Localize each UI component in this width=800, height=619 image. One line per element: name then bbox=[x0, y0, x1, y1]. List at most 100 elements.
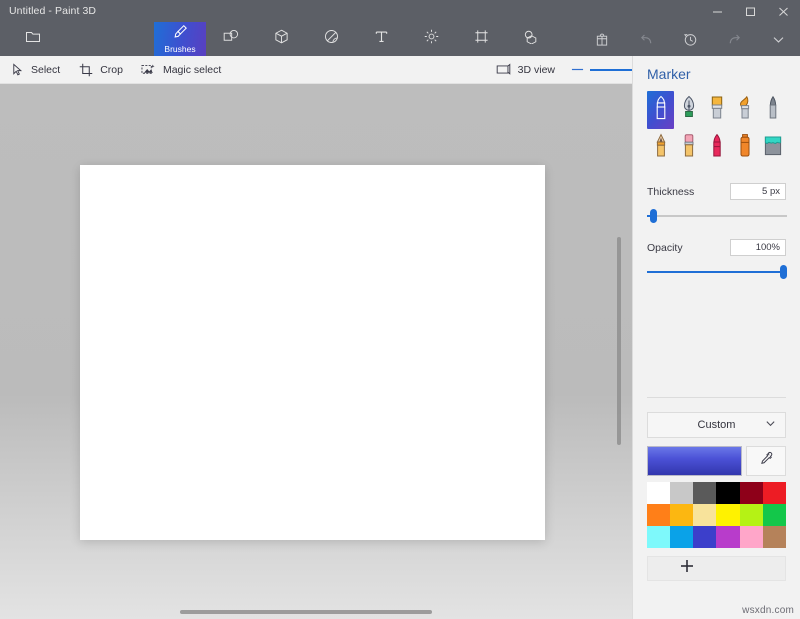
3d-view-button[interactable]: 3D view bbox=[487, 56, 564, 84]
close-button[interactable] bbox=[767, 0, 800, 22]
color-palette-dropdown[interactable]: Custom bbox=[647, 412, 786, 438]
brush-fill-bucket[interactable] bbox=[759, 129, 786, 167]
tab-2d-shapes[interactable] bbox=[206, 22, 256, 56]
tab-effects[interactable] bbox=[406, 22, 456, 56]
stickers-icon bbox=[324, 29, 339, 49]
tab-brushes-label: Brushes bbox=[164, 45, 195, 54]
menu-button[interactable] bbox=[8, 22, 58, 56]
current-color-row bbox=[647, 446, 786, 476]
thickness-header: Thickness 5 px bbox=[647, 183, 786, 200]
color-swatch[interactable] bbox=[670, 504, 693, 526]
select-button[interactable]: Select bbox=[0, 56, 69, 84]
magic-select-icon bbox=[141, 62, 157, 78]
remix-3d-button[interactable] bbox=[580, 22, 624, 56]
color-swatch[interactable] bbox=[763, 482, 786, 504]
minimize-button[interactable] bbox=[701, 0, 734, 22]
magic-select-label: Magic select bbox=[163, 64, 221, 76]
title-bar: Untitled - Paint 3D bbox=[0, 0, 800, 22]
color-swatch[interactable] bbox=[716, 526, 739, 548]
zoom-out-button[interactable] bbox=[564, 56, 590, 84]
color-swatch[interactable] bbox=[647, 482, 670, 504]
brush-eraser[interactable] bbox=[675, 129, 702, 167]
menu-folder-icon bbox=[25, 30, 41, 49]
opacity-label: Opacity bbox=[647, 242, 683, 254]
canvas-stage[interactable] bbox=[0, 84, 632, 619]
maximize-button[interactable] bbox=[734, 0, 767, 22]
tab-text[interactable] bbox=[356, 22, 406, 56]
color-swatch[interactable] bbox=[647, 504, 670, 526]
ribbon-gap bbox=[58, 22, 154, 56]
tool-options-panel: Marker bbox=[632, 56, 800, 619]
redo-button[interactable] bbox=[712, 22, 756, 56]
canvas-icon bbox=[474, 29, 489, 49]
crop-button[interactable]: Crop bbox=[69, 56, 132, 84]
color-swatch[interactable] bbox=[763, 526, 786, 548]
opacity-header: Opacity 100% bbox=[647, 239, 786, 256]
brush-marker[interactable] bbox=[647, 91, 674, 129]
tab-canvas[interactable] bbox=[456, 22, 506, 56]
horizontal-scrollbar[interactable] bbox=[180, 610, 432, 614]
tab-brushes[interactable]: Brushes bbox=[154, 22, 206, 56]
opacity-value[interactable]: 100% bbox=[730, 239, 786, 256]
crop-icon bbox=[78, 62, 94, 78]
thickness-slider-thumb[interactable] bbox=[650, 209, 657, 223]
eraser-icon bbox=[678, 132, 700, 165]
opacity-section: Opacity 100% bbox=[647, 239, 786, 279]
color-swatch[interactable] bbox=[740, 526, 763, 548]
pixel-pen-icon bbox=[762, 94, 784, 127]
color-swatch[interactable] bbox=[763, 504, 786, 526]
color-swatch[interactable] bbox=[670, 482, 693, 504]
thickness-slider[interactable] bbox=[647, 209, 786, 223]
calligraphy-pen-icon bbox=[678, 94, 700, 127]
spray-can-icon bbox=[734, 132, 756, 165]
brush-grid bbox=[647, 91, 786, 167]
fill-bucket-icon bbox=[761, 132, 785, 165]
main-toolbar: Brushes bbox=[0, 22, 800, 56]
vertical-scrollbar[interactable] bbox=[617, 237, 621, 445]
color-swatch[interactable] bbox=[740, 504, 763, 526]
thickness-section: Thickness 5 px bbox=[647, 183, 786, 223]
opacity-slider[interactable] bbox=[647, 265, 786, 279]
chevron-down-icon[interactable] bbox=[756, 22, 800, 56]
drawing-canvas[interactable] bbox=[80, 165, 545, 540]
thickness-value[interactable]: 5 px bbox=[730, 183, 786, 200]
3d-shapes-icon bbox=[274, 29, 289, 49]
color-swatch[interactable] bbox=[716, 504, 739, 526]
opacity-slider-fill bbox=[647, 271, 787, 273]
magic-select-button[interactable]: Magic select bbox=[132, 56, 230, 84]
undo-button[interactable] bbox=[624, 22, 668, 56]
tab-3d-library[interactable] bbox=[506, 22, 556, 56]
brush-calligraphy-pen[interactable] bbox=[675, 91, 702, 129]
brush-pixel-pen[interactable] bbox=[759, 91, 786, 129]
plus-icon bbox=[680, 559, 694, 578]
brush-crayon[interactable] bbox=[703, 129, 730, 167]
tab-3d-shapes[interactable] bbox=[256, 22, 306, 56]
marker-icon bbox=[650, 94, 672, 127]
crop-label: Crop bbox=[100, 64, 123, 76]
watercolor-brush-icon bbox=[734, 94, 756, 127]
history-button[interactable] bbox=[668, 22, 712, 56]
thickness-label: Thickness bbox=[647, 186, 694, 198]
color-swatch[interactable] bbox=[693, 526, 716, 548]
color-swatch[interactable] bbox=[740, 482, 763, 504]
tab-stickers[interactable] bbox=[306, 22, 356, 56]
color-swatch[interactable] bbox=[693, 504, 716, 526]
brush-watercolor-brush[interactable] bbox=[731, 91, 758, 129]
panel-divider bbox=[647, 397, 786, 398]
color-swatch[interactable] bbox=[670, 526, 693, 548]
text-icon bbox=[374, 29, 389, 49]
color-swatch[interactable] bbox=[716, 482, 739, 504]
current-color-swatch[interactable] bbox=[647, 446, 742, 476]
add-color-button[interactable] bbox=[647, 556, 786, 581]
brush-pencil[interactable] bbox=[647, 129, 674, 167]
pencil-icon bbox=[650, 132, 672, 165]
color-swatch[interactable] bbox=[693, 482, 716, 504]
brush-oil-brush[interactable] bbox=[703, 91, 730, 129]
opacity-slider-thumb[interactable] bbox=[780, 265, 787, 279]
brush-spray-can[interactable] bbox=[731, 129, 758, 167]
color-swatch[interactable] bbox=[647, 526, 670, 548]
watermark: wsxdn.com bbox=[742, 605, 794, 616]
eyedropper-button[interactable] bbox=[746, 446, 786, 476]
eyedropper-icon bbox=[758, 451, 774, 472]
3d-library-icon bbox=[523, 29, 540, 49]
